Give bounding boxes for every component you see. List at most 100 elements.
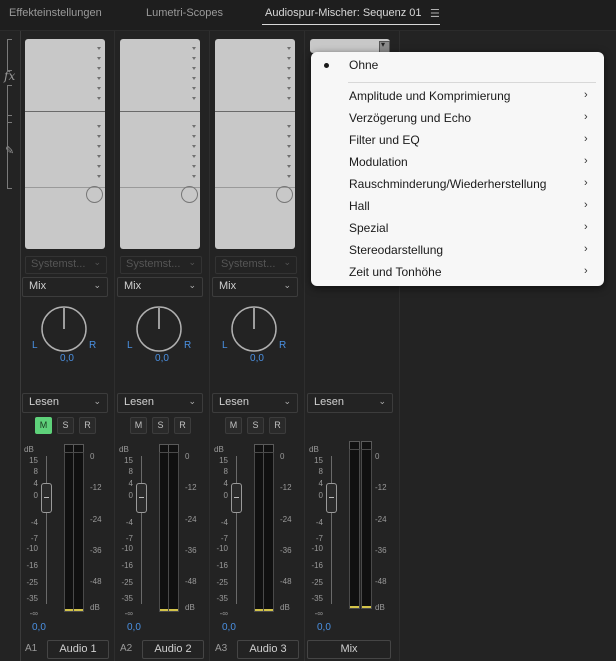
gain-value[interactable]: 0,0 [222,622,236,633]
menu-item-label: Ohne [349,58,379,72]
menu-item-rauschminderung[interactable]: Rauschminderung/Wiederherstellung › [311,174,604,196]
fader-scale-label: 8 [33,467,38,476]
fader-scale-unit: dB [214,445,224,454]
fx-icon[interactable]: fx [4,69,15,83]
tab-audiospur-mischer[interactable]: Audiospur-Mischer: Sequenz 01 [265,7,422,19]
chevron-down-icon: ⌄ [93,280,101,290]
solo-button[interactable]: S [57,417,74,434]
output-dropdown[interactable]: Mix ⌄ [117,277,203,297]
pan-value[interactable]: 0,0 [20,353,114,364]
effect-slots[interactable] [25,39,105,249]
send-volume-knob[interactable] [276,186,293,203]
effect-slots[interactable] [215,39,295,249]
menu-item-amplitude[interactable]: Amplitude und Komprimierung › [311,86,604,108]
meter-floor [264,609,273,611]
send-assignment-dropdown[interactable]: Systemst... ⌄ [25,256,107,274]
fader-scale-label: 4 [33,479,38,488]
fader-scale-label: -4 [220,518,228,527]
channel-id: A1 [25,643,38,654]
meter-scale-label: -36 [185,546,197,555]
record-button[interactable]: R [79,417,96,434]
channel-name[interactable]: Audio 1 [47,640,109,659]
send-volume-knob[interactable] [181,186,198,203]
menu-item-modulation[interactable]: Modulation › [311,152,604,174]
chevron-right-icon: › [584,177,588,189]
fader-scale-label: -4 [125,518,133,527]
solo-button[interactable]: S [152,417,169,434]
channel-name[interactable]: Mix [307,640,391,659]
menu-item-ohne[interactable]: Ohne [311,55,604,77]
volume-fader[interactable] [326,483,337,513]
meter-floor [169,609,178,611]
tab-effekteinstellungen[interactable]: Effekteinstellungen [9,7,102,19]
meter-floor [362,606,371,608]
hamburger-menu-icon[interactable]: ☰ [430,7,440,20]
volume-fader[interactable] [136,483,147,513]
effect-slots[interactable] [120,39,200,249]
fader-scale-label: -25 [26,578,38,587]
dropdown-arrow-icon [97,135,101,138]
pan-knob[interactable] [230,305,278,353]
output-dropdown[interactable]: Mix ⌄ [22,277,108,297]
channel-name[interactable]: Audio 2 [142,640,204,659]
solo-button[interactable]: S [247,417,264,434]
mute-button[interactable]: M [225,417,242,434]
automation-mode-dropdown[interactable]: Lesen ⌄ [307,393,393,413]
gain-value[interactable]: 0,0 [127,622,141,633]
output-dropdown[interactable]: Mix ⌄ [212,277,298,297]
chevron-right-icon: › [584,243,588,255]
record-button[interactable]: R [174,417,191,434]
menu-item-stereodarstellung[interactable]: Stereodarstellung › [311,240,604,262]
gain-value[interactable]: 0,0 [317,622,331,633]
fader-scale-label: -10 [26,544,38,553]
chevron-down-icon: ⌄ [188,257,196,267]
record-button[interactable]: R [269,417,286,434]
mute-button[interactable]: M [130,417,147,434]
meter-scale-label: 0 [375,452,380,461]
fader-scale-label: 4 [318,479,323,488]
dropdown-arrow-icon [97,155,101,158]
level-meter-right [361,449,372,609]
meter-scale-label: -48 [185,577,197,586]
send-bracket [7,115,12,189]
mixer-side-strip: fx ✎ [0,31,21,661]
fader-track [236,456,237,604]
mute-button[interactable]: M [35,417,52,434]
gain-value[interactable]: 0,0 [32,622,46,633]
volume-fader[interactable] [231,483,242,513]
chevron-right-icon: › [584,199,588,211]
pan-knob[interactable] [135,305,183,353]
menu-item-filter[interactable]: Filter und EQ › [311,130,604,152]
menu-item-verzoegerung[interactable]: Verzögerung und Echo › [311,108,604,130]
dropdown-arrow-icon [287,67,291,70]
menu-item-label: Hall [349,199,370,213]
dropdown-arrow-icon [192,97,196,100]
master-effect-slot[interactable] [310,39,390,53]
fader-scale-label: 8 [223,467,228,476]
channel-name[interactable]: Audio 3 [237,640,299,659]
automation-mode-dropdown[interactable]: Lesen ⌄ [117,393,203,413]
fx-bracket [7,39,12,71]
send-assignment-dropdown[interactable]: Systemst... ⌄ [215,256,297,274]
automation-mode-dropdown[interactable]: Lesen ⌄ [212,393,298,413]
send-volume-knob[interactable] [86,186,103,203]
effect-dropdown-menu: Ohne Amplitude und Komprimierung › Verzög… [311,52,604,286]
fader-scale-unit: dB [309,445,319,454]
tab-lumetri-scopes[interactable]: Lumetri-Scopes [146,7,223,19]
pan-value[interactable]: 0,0 [115,353,209,364]
volume-fader[interactable] [41,483,52,513]
menu-item-hall[interactable]: Hall › [311,196,604,218]
meter-scale-label: 0 [280,452,285,461]
fader-track [46,456,47,604]
fader-scale-label: -25 [311,578,323,587]
send-assignment-dropdown[interactable]: Systemst... ⌄ [120,256,202,274]
pan-value[interactable]: 0,0 [210,353,304,364]
menu-item-spezial[interactable]: Spezial › [311,218,604,240]
automation-mode-dropdown[interactable]: Lesen ⌄ [22,393,108,413]
dropdown-arrow-icon [97,87,101,90]
meter-scale-label: 0 [185,452,190,461]
pan-knob[interactable] [40,305,88,353]
menu-item-zeit-tonhoehe[interactable]: Zeit und Tonhöhe › [311,262,604,284]
chevron-down-icon: ⌄ [188,280,196,290]
meter-scale-label: -48 [90,577,102,586]
